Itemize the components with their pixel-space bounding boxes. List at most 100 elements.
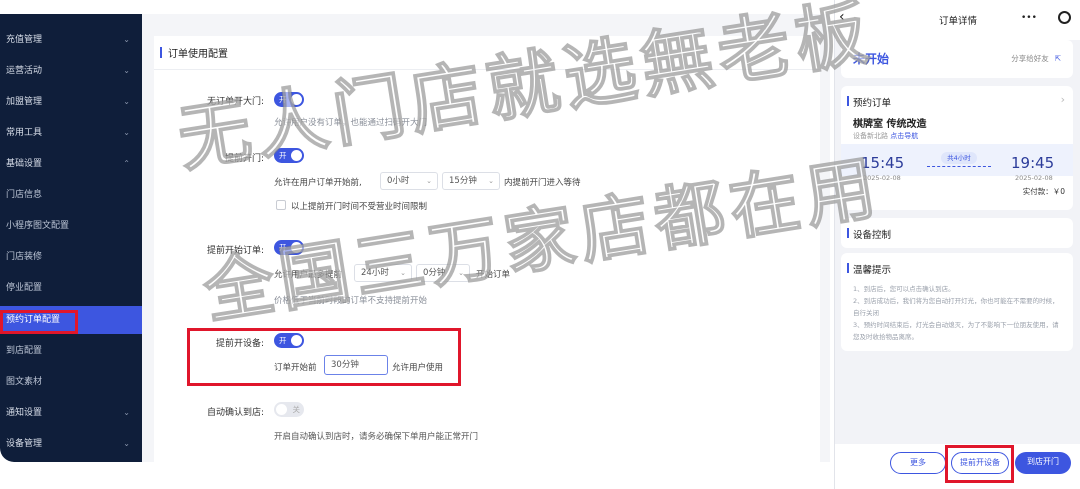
start-date: 2025-02-08 — [863, 174, 901, 182]
chevron-down-icon: ⌄ — [426, 177, 432, 185]
early-open-hours-select[interactable]: 0小时 ⌄ — [380, 172, 438, 190]
auto-confirm-toggle[interactable]: 关 — [274, 402, 304, 417]
select-value: 0小时 — [387, 176, 410, 186]
sidebar-item-miniapp-content[interactable]: 小程序图文配置 — [0, 212, 142, 240]
phone-preview: ‹ 订单详情 ••• 未开始 分享给好友 ⇱ 预约订单 › 棋牌室 传统改造 设备… — [834, 0, 1080, 489]
highlight-box — [0, 310, 78, 334]
highlight-box — [945, 445, 1014, 483]
toggle-text: 开 — [279, 243, 287, 252]
sidebar-item-operations[interactable]: 运营活动 ⌄ — [0, 57, 142, 85]
select-value: 0分钟 — [423, 268, 446, 278]
sidebar-item-media[interactable]: 图文素材 — [0, 368, 142, 396]
sidebar-item-label: 充值管理 — [6, 35, 43, 45]
duration-badge: 共4小时 — [941, 152, 977, 164]
open-door-button[interactable]: 到店开门 — [1015, 452, 1071, 474]
sidebar-item-label: 图文素材 — [6, 377, 43, 387]
sidebar-item-label: 设备管理 — [6, 439, 43, 449]
paid-amount: 实付款：￥0 — [1022, 187, 1065, 196]
tip-line: 2、到店成功后，我们将为您自动打开灯光，你也可能在不需要的时候，自行关闭 — [853, 297, 1059, 317]
share-label: 分享给好友 — [1011, 54, 1049, 63]
early-open-toggle[interactable]: 开 — [274, 148, 304, 163]
sidebar-item-label: 小程序图文配置 — [6, 221, 70, 231]
sidebar-item-label: 常用工具 — [6, 128, 43, 138]
sidebar-item-label: 基础设置 — [6, 159, 43, 169]
sidebar-item-basic-settings[interactable]: 基础设置 ⌃ — [0, 150, 142, 178]
chevron-up-icon: ⌃ — [123, 159, 130, 168]
sidebar-item-label: 运营活动 — [6, 66, 43, 76]
sidebar-item-label: 门店装修 — [6, 252, 43, 262]
early-start-pre: 允许用户最多提前 — [274, 270, 343, 280]
booking-title: 预约订单 — [846, 95, 891, 109]
time-connector — [927, 166, 991, 167]
no-order-open-label: 无订单开大门: — [206, 97, 264, 107]
tips-title: 温馨提示 — [846, 262, 891, 276]
early-open-checkbox[interactable] — [276, 200, 286, 210]
chevron-right-icon[interactable]: › — [1061, 93, 1065, 106]
sidebar-item-store-info[interactable]: 门店信息 — [0, 181, 142, 209]
end-time: 19:45 — [1011, 154, 1055, 172]
early-open-pre: 允许在用户订单开始前, — [274, 178, 362, 188]
chevron-down-icon: ⌄ — [123, 128, 130, 137]
chevron-down-icon: ⌄ — [123, 97, 130, 106]
sidebar-item-franchise[interactable]: 加盟管理 ⌄ — [0, 88, 142, 116]
select-value: 15分钟 — [449, 176, 477, 186]
early-open-minutes-select[interactable]: 15分钟 ⌄ — [442, 172, 500, 190]
sidebar-item-recharge[interactable]: 充值管理 ⌄ — [0, 26, 142, 54]
early-start-label: 提前开始订单: — [206, 246, 264, 256]
booking-card: 预约订单 › 棋牌室 传统改造 设备新北路 点击导航 15:45 2025-02… — [841, 86, 1073, 210]
sidebar-item-closure[interactable]: 停业配置 — [0, 274, 142, 302]
more-dots-icon[interactable]: ••• — [1021, 13, 1037, 23]
close-circle-icon[interactable] — [1058, 11, 1071, 24]
early-start-toggle[interactable]: 开 — [274, 240, 304, 255]
auto-confirm-help: 开启自动确认到店时，请务必确保下单用户能正常开门 — [274, 432, 479, 442]
order-status: 未开始 — [853, 52, 890, 66]
sidebar-item-label: 通知设置 — [6, 408, 43, 418]
more-button[interactable]: 更多 — [890, 452, 946, 474]
phone-nav-bar: ‹ 订单详情 ••• — [835, 0, 1080, 40]
chevron-down-icon: ⌄ — [123, 66, 130, 75]
early-start-help: 价格低于当前时段的订单不支持提前开始 — [274, 296, 428, 306]
sidebar-item-tools[interactable]: 常用工具 ⌄ — [0, 119, 142, 147]
highlight-box — [187, 328, 461, 386]
room-name: 棋牌室 传统改造 — [853, 119, 927, 130]
sidebar-item-arrival[interactable]: 到店配置 — [0, 337, 142, 365]
early-open-post: 内提前开门进入等待 — [504, 178, 581, 188]
tips-body: 1、到店后，您可以点击确认到店。 2、到店成功后，我们将为您自动打开灯光，你也可… — [853, 283, 1065, 343]
early-open-checkbox-label: 以上提前开门时间不受营业时间限制 — [291, 202, 428, 212]
start-time: 15:45 — [861, 154, 905, 172]
main-panel: 订单使用配置 无订单开大门: 开 允许用户没有订单，也能通过扫码开大门 提前开门… — [142, 14, 830, 462]
toggle-text: 关 — [292, 405, 301, 414]
config-card: 订单使用配置 无订单开大门: 开 允许用户没有订单，也能通过扫码开大门 提前开门… — [154, 36, 820, 462]
room-address: 设备新北路 点击导航 — [853, 131, 918, 141]
chevron-down-icon: ⌄ — [400, 269, 406, 277]
chevron-down-icon: ⌄ — [458, 269, 464, 277]
early-start-minutes-select[interactable]: 0分钟 ⌄ — [416, 264, 470, 282]
sidebar-item-notifications[interactable]: 通知设置 ⌄ — [0, 399, 142, 427]
share-icon: ⇱ — [1054, 54, 1061, 63]
tip-line: 1、到店后，您可以点击确认到店。 — [853, 285, 955, 293]
share-button[interactable]: 分享给好友 ⇱ — [1011, 53, 1061, 64]
sidebar-item-devices[interactable]: 设备管理 ⌄ — [0, 430, 142, 458]
toggle-text: 开 — [279, 95, 287, 104]
sidebar-item-label: 加盟管理 — [6, 97, 43, 107]
sidebar-item-store-decor[interactable]: 门店装修 — [0, 243, 142, 271]
no-order-open-toggle[interactable]: 开 — [274, 92, 304, 107]
chevron-down-icon: ⌄ — [123, 35, 130, 44]
toggle-knob — [291, 150, 302, 161]
miniapp-capsule[interactable]: ••• — [1021, 9, 1071, 29]
early-open-label: 提前开门: — [224, 154, 264, 164]
chevron-down-icon: ⌄ — [123, 439, 130, 448]
chevron-down-icon: ⌄ — [123, 408, 130, 417]
early-start-hours-select[interactable]: 24小时 ⌄ — [354, 264, 412, 282]
auto-confirm-label: 自动确认到店: — [206, 408, 264, 418]
page-title: 订单使用配置 — [168, 49, 228, 60]
toggle-knob — [291, 242, 302, 253]
status-card: 未开始 分享给好友 ⇱ — [841, 40, 1073, 78]
toggle-knob — [291, 94, 302, 105]
chevron-down-icon: ⌄ — [488, 177, 494, 185]
sidebar-item-label: 停业配置 — [6, 283, 43, 293]
device-card: 设备控制 — [841, 218, 1073, 248]
toggle-knob — [276, 404, 287, 415]
sidebar-item-label: 门店信息 — [6, 190, 43, 200]
navigate-link[interactable]: 点击导航 — [890, 132, 918, 140]
